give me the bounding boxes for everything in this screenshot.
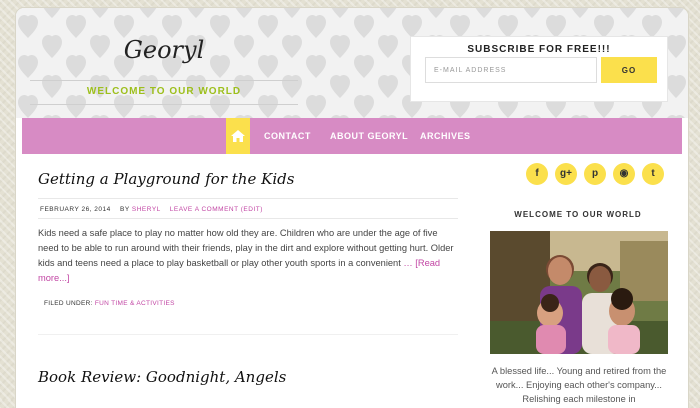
nav-item-archives[interactable]: ARCHIVES — [420, 118, 471, 154]
post-excerpt-block: Kids need a safe place to play no matter… — [38, 226, 458, 286]
google-plus-icon[interactable]: g+ — [555, 163, 577, 185]
title-divider-bottom — [30, 104, 298, 105]
post-comment-link[interactable]: LEAVE A COMMENT (EDIT) — [170, 206, 263, 213]
filed-label: FILED UNDER: — [44, 300, 93, 307]
post-excerpt: Kids need a safe place to play no matter… — [38, 228, 454, 268]
sidebar-widget-title: WELCOME TO OUR WORLD — [514, 210, 642, 219]
subscribe-go-button[interactable]: GO — [601, 57, 657, 83]
site-description: WELCOME TO OUR WORLD — [86, 86, 242, 97]
site-header: Georyl WELCOME TO OUR WORLD SUBSCRIBE FO… — [16, 8, 688, 118]
post-title[interactable]: Getting a Playground for the Kids — [38, 170, 294, 188]
category-link[interactable]: FUN TIME & ACTIVITIES — [95, 300, 175, 307]
primary-nav: CONTACT ABOUT GEORYL ARCHIVES — [22, 118, 682, 154]
post-filed-under: FILED UNDER: FUN TIME & ACTIVITIES — [44, 300, 175, 307]
twitter-icon[interactable]: t — [642, 163, 664, 185]
post-date: FEBRUARY 26, 2014 — [40, 206, 111, 213]
subscribe-title: SUBSCRIBE FOR FREE!!! — [467, 44, 611, 55]
subscribe-widget: SUBSCRIBE FOR FREE!!! GO — [410, 36, 668, 102]
email-field[interactable] — [425, 57, 597, 83]
rss-icon[interactable]: ◉ — [613, 163, 635, 185]
nav-item-about[interactable]: ABOUT GEORYL — [330, 118, 408, 154]
nav-item-contact[interactable]: CONTACT — [264, 118, 311, 154]
post-author-link[interactable]: SHERYL — [132, 206, 161, 213]
facebook-icon[interactable]: f — [526, 163, 548, 185]
post-by: BY — [120, 206, 130, 213]
home-icon — [231, 130, 245, 142]
post-meta: FEBRUARY 26, 2014 BY SHERYL LEAVE A COMM… — [40, 206, 263, 213]
family-photo — [490, 231, 668, 354]
meta-divider — [38, 198, 458, 199]
title-area: Georyl WELCOME TO OUR WORLD — [30, 30, 298, 106]
site-title[interactable]: Georyl — [30, 36, 298, 64]
site-container: Georyl WELCOME TO OUR WORLD SUBSCRIBE FO… — [16, 8, 688, 408]
nav-home-button[interactable] — [226, 118, 250, 154]
title-divider — [30, 80, 298, 81]
pinterest-icon[interactable]: p — [584, 163, 606, 185]
post-ellipsis: … — [403, 258, 413, 268]
meta-divider-bottom — [38, 218, 458, 219]
post-separator — [38, 334, 458, 335]
post-title-2[interactable]: Book Review: Goodnight, Angels — [38, 368, 286, 386]
